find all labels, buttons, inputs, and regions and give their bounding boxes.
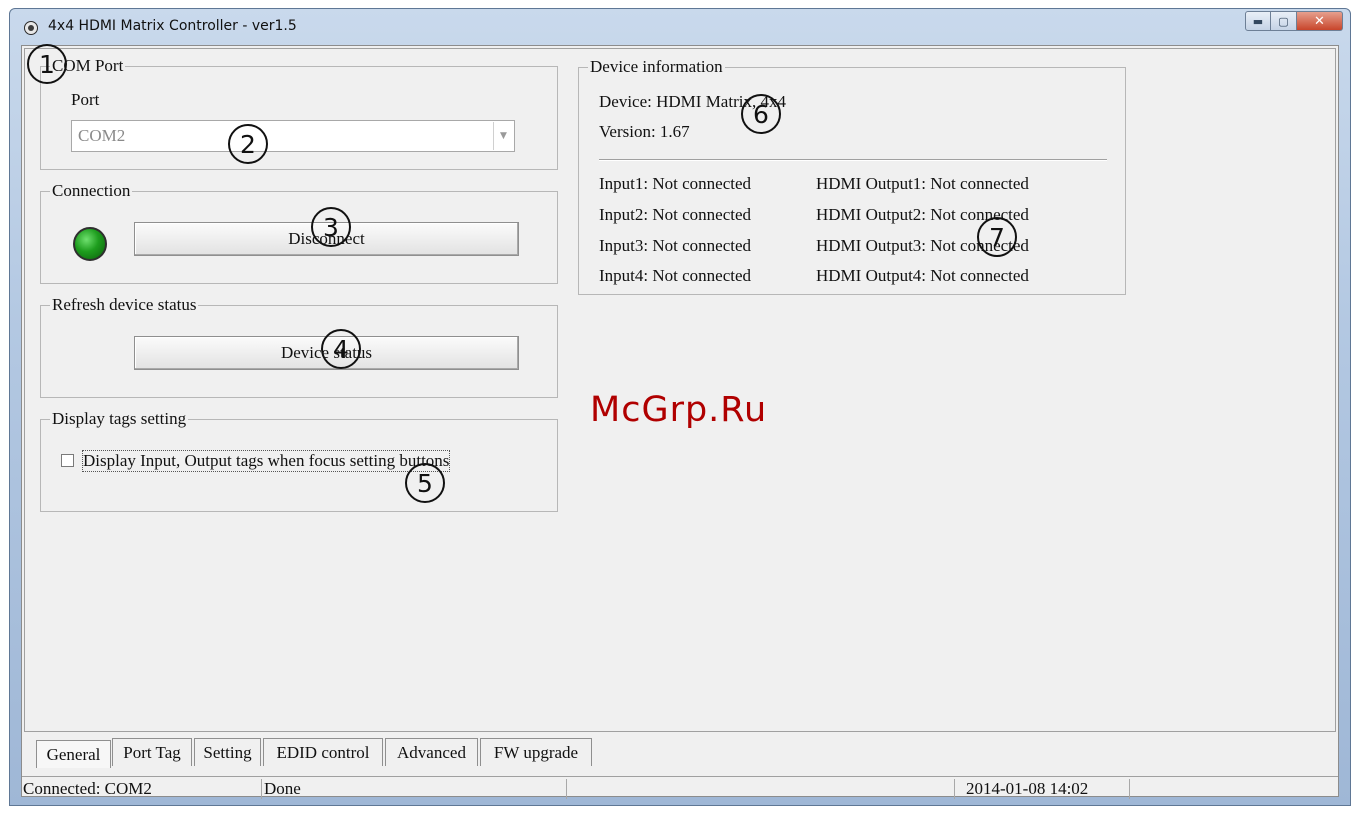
device-info-group: Device information Device: HDMI Matrix, …: [578, 57, 1126, 295]
status-connection: Connected: COM2: [22, 779, 262, 799]
tab-advanced[interactable]: Advanced: [385, 738, 478, 766]
tab-setting[interactable]: Setting: [194, 738, 261, 766]
display-tags-group: Display tags setting Display Input, Outp…: [40, 409, 558, 512]
refresh-status-group: Refresh device status Device status: [40, 295, 558, 398]
port-label: Port: [71, 90, 100, 109]
input-status-4: Input4: Not connected: [599, 266, 752, 285]
output-status-4: HDMI Output4: Not connected: [816, 266, 1029, 285]
status-extra: [1131, 779, 1337, 799]
input-status-1: Input1: Not connected: [599, 174, 752, 193]
title-bar[interactable]: 4x4 HDMI Matrix Controller - ver1.5 ▬ ▢ …: [10, 9, 1350, 47]
display-tags-checkbox-label[interactable]: Display Input, Output tags when focus se…: [81, 450, 451, 472]
window-title: 4x4 HDMI Matrix Controller - ver1.5: [48, 18, 297, 34]
status-empty: [568, 779, 955, 799]
app-icon[interactable]: [24, 21, 38, 35]
refresh-status-group-title: Refresh device status: [50, 295, 199, 315]
input-status-3: Input3: Not connected: [599, 236, 752, 255]
maximize-button[interactable]: ▢: [1271, 11, 1297, 31]
display-tags-group-title: Display tags setting: [50, 409, 189, 429]
com-port-group: COM Port Port COM2 ▼: [40, 56, 558, 170]
callout-5: 5: [405, 463, 445, 503]
callout-1: 1: [27, 44, 67, 84]
connection-status-led: [73, 227, 107, 261]
window-controls: ▬ ▢ ✕: [1245, 11, 1343, 31]
callout-4: 4: [321, 329, 361, 369]
tab-fw-upgrade[interactable]: FW upgrade: [480, 738, 592, 766]
status-state: Done: [263, 779, 567, 799]
tab-edid-control[interactable]: EDID control: [263, 738, 383, 766]
callout-2: 2: [228, 124, 268, 164]
connection-group-title: Connection: [50, 181, 133, 201]
status-datetime: 2014-01-08 14:02: [956, 779, 1130, 799]
minimize-button[interactable]: ▬: [1245, 11, 1271, 31]
status-bar: Connected: COM2 Done 2014-01-08 14:02: [22, 776, 1338, 799]
input-status-2: Input2: Not connected: [599, 205, 752, 224]
device-info-group-title: Device information: [588, 57, 725, 77]
port-select-value: COM2: [78, 126, 126, 145]
watermark-text: McGrp.Ru: [590, 390, 768, 430]
connection-group: Connection Disconnect: [40, 181, 558, 284]
port-select[interactable]: COM2 ▼: [71, 120, 515, 152]
device-info-divider: [599, 159, 1107, 161]
chevron-down-icon[interactable]: ▼: [493, 122, 513, 150]
tab-port-tag[interactable]: Port Tag: [112, 738, 192, 766]
display-tags-checkbox[interactable]: [61, 454, 74, 467]
callout-7: 7: [977, 217, 1017, 257]
device-version: Version: 1.67: [599, 122, 690, 141]
output-status-1: HDMI Output1: Not connected: [816, 174, 1029, 193]
callout-6: 6: [741, 94, 781, 134]
callout-3: 3: [311, 207, 351, 247]
close-button[interactable]: ✕: [1297, 11, 1343, 31]
tab-general[interactable]: General: [36, 740, 111, 768]
